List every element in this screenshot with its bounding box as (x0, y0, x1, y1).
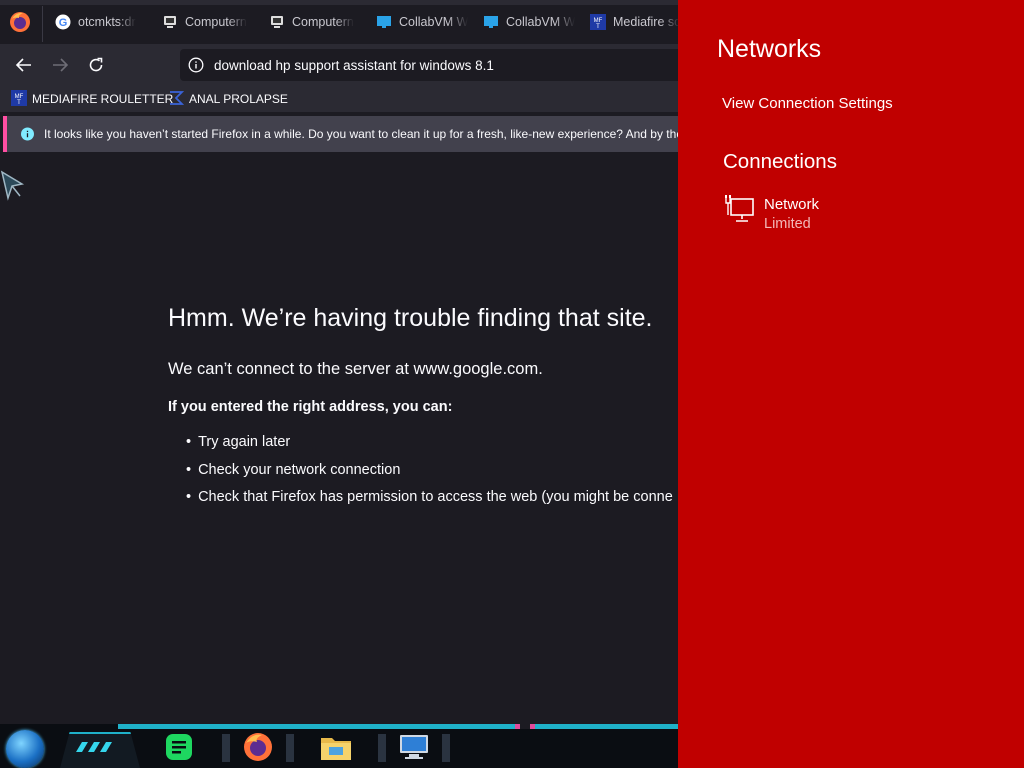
tab-computerhope-1[interactable]: Computern (162, 8, 264, 36)
tab-separator (42, 6, 43, 42)
reload-icon (89, 57, 103, 72)
mediafire-icon: MF T (590, 14, 606, 30)
tab-label: CollabVM W (399, 15, 469, 29)
back-button[interactable] (11, 52, 37, 78)
error-suggestions: Try again later Check your network conne… (186, 432, 673, 515)
network-name: Network (764, 196, 820, 213)
reload-button[interactable] (83, 52, 109, 78)
suggestion-item: Try again later (186, 432, 673, 460)
mediafire-icon: MF T (11, 89, 27, 109)
networks-panel: Networks View Connection Settings Connec… (678, 0, 1024, 768)
svg-text:G: G (59, 17, 68, 29)
network-status: Limited (764, 216, 811, 232)
error-page: Hmm. We’re having trouble finding that s… (0, 156, 678, 724)
navigation-toolbar: download hp support assistant for window… (0, 44, 678, 86)
wired-network-icon (725, 195, 754, 222)
svg-text:T: T (17, 100, 21, 106)
file-explorer-button[interactable] (300, 730, 372, 764)
tab-label: Mediafire sc (613, 15, 678, 29)
notes-app-icon (166, 734, 192, 760)
taskbar-bracket (378, 734, 386, 762)
view-connection-settings-link[interactable]: View Connection Settings (722, 95, 893, 112)
notes-app-button[interactable] (143, 730, 215, 764)
taskbar-bracket (286, 734, 294, 762)
bookmark-anal-prolapse[interactable]: ANAL PROLAPSE (168, 89, 288, 109)
bookmark-label: ANAL PROLAPSE (189, 92, 288, 106)
error-title: Hmm. We’re having trouble finding that s… (168, 304, 653, 332)
file-explorer-icon (321, 738, 351, 760)
tab-label: Computern (185, 15, 247, 29)
taskbar-bracket (442, 734, 450, 762)
tab-collabvm-2[interactable]: CollabVM W (483, 8, 585, 36)
remote-desktop-button[interactable] (378, 730, 450, 764)
error-description: We can’t connect to the server at www.go… (168, 360, 543, 378)
tab-strip: G otcmkts:dr Computern Computern CollabV… (0, 0, 678, 44)
site-info-icon[interactable] (188, 57, 204, 73)
mouse-cursor-icon (0, 170, 25, 201)
address-bar[interactable]: download hp support assistant for window… (180, 49, 678, 81)
sigma-icon (168, 90, 185, 109)
firefox-icon (244, 733, 272, 761)
monitor-icon (483, 14, 499, 30)
bookmark-label: MEDIAFIRE ROULETTER (32, 92, 174, 106)
desktop: G otcmkts:dr Computern Computern CollabV… (0, 0, 1024, 768)
forward-arrow-icon (53, 58, 69, 72)
firefox-taskbar-button[interactable] (222, 730, 294, 764)
remote-desktop-icon (400, 735, 428, 759)
tab-label: CollabVM W (506, 15, 576, 29)
taskbar-accent-detail (510, 724, 560, 729)
refresh-firefox-notification: It looks like you haven’t started Firefo… (3, 116, 678, 152)
task-view-button[interactable] (66, 730, 126, 764)
tab-computerhope-2[interactable]: Computern (269, 8, 371, 36)
bookmarks-toolbar: MF T MEDIAFIRE ROULETTER ANAL PROLAPSE (0, 86, 678, 112)
notification-text: It looks like you haven’t started Firefo… (43, 127, 678, 141)
google-icon: G (55, 14, 71, 30)
network-connection-item[interactable]: Network Limited (723, 195, 983, 239)
monitor-icon (376, 14, 392, 30)
suggestion-item: Check your network connection (186, 460, 673, 488)
tab-otcmkts[interactable]: G otcmkts:dr (55, 8, 157, 36)
computer-hope-icon (269, 14, 285, 30)
tab-strip-topline (0, 0, 678, 5)
suggestion-item: Check that Firefox has permission to acc… (186, 487, 673, 515)
info-icon (21, 127, 34, 141)
taskbar (0, 724, 678, 768)
networks-title: Networks (717, 35, 822, 63)
firefox-menu-icon[interactable] (8, 10, 32, 34)
tab-label: Computern (292, 15, 354, 29)
tab-mediafire[interactable]: MF T Mediafire sc (590, 8, 678, 36)
address-text: download hp support assistant for window… (214, 57, 494, 73)
svg-text:T: T (596, 24, 600, 30)
taskbar-accent-bar (118, 724, 678, 729)
tab-label: otcmkts:dr (78, 15, 136, 29)
firefox-window: G otcmkts:dr Computern Computern CollabV… (0, 0, 678, 768)
start-orb[interactable] (6, 730, 44, 768)
task-view-icon (76, 742, 112, 752)
tab-collabvm-1[interactable]: CollabVM W (376, 8, 478, 36)
taskbar-bracket (222, 734, 230, 762)
bookmark-mediafire-rouletter[interactable]: MF T MEDIAFIRE ROULETTER (11, 89, 173, 109)
error-hint: If you entered the right address, you ca… (168, 399, 453, 415)
back-arrow-icon (15, 58, 31, 72)
forward-button[interactable] (47, 52, 73, 78)
computer-hope-icon (162, 14, 178, 30)
connections-heading: Connections (723, 150, 837, 173)
